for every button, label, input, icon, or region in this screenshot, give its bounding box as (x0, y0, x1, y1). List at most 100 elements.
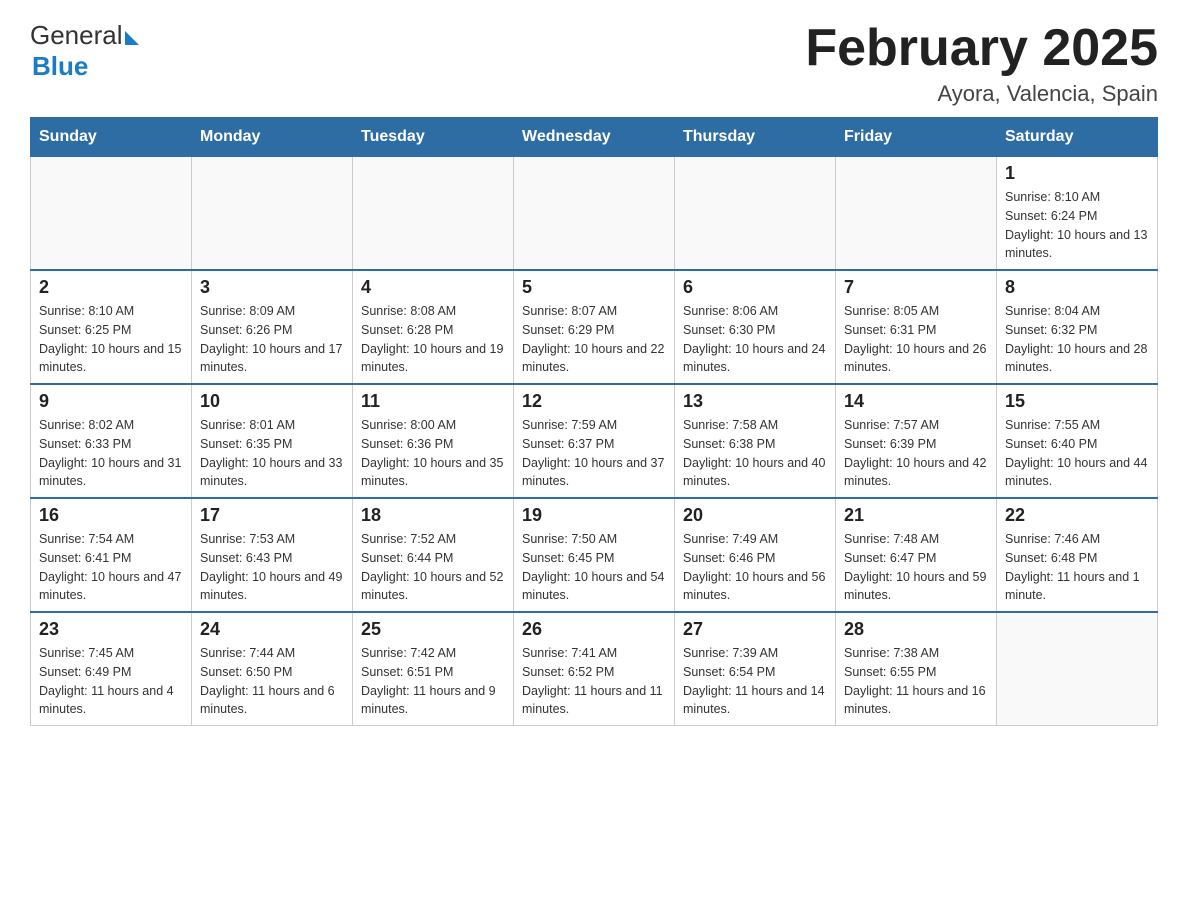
calendar-cell (31, 157, 192, 271)
calendar-cell: 1 Sunrise: 8:10 AMSunset: 6:24 PMDaylight… (997, 157, 1158, 271)
day-number: 22 (1005, 505, 1149, 526)
day-info: Sunrise: 8:00 AMSunset: 6:36 PMDaylight:… (361, 416, 505, 491)
day-of-week-header: Friday (836, 118, 997, 157)
day-number: 28 (844, 619, 988, 640)
day-number: 15 (1005, 391, 1149, 412)
day-of-week-header: Monday (192, 118, 353, 157)
day-number: 16 (39, 505, 183, 526)
day-info: Sunrise: 7:46 AMSunset: 6:48 PMDaylight:… (1005, 530, 1149, 605)
calendar-cell: 28 Sunrise: 7:38 AMSunset: 6:55 PMDayligh… (836, 612, 997, 726)
day-number: 19 (522, 505, 666, 526)
month-title: February 2025 (805, 20, 1158, 77)
day-info: Sunrise: 7:48 AMSunset: 6:47 PMDaylight:… (844, 530, 988, 605)
day-of-week-header: Tuesday (353, 118, 514, 157)
day-number: 1 (1005, 163, 1149, 184)
calendar-cell: 13Sunrise: 7:58 AMSunset: 6:38 PMDayligh… (675, 384, 836, 498)
calendar-week-row: 16 Sunrise: 7:54 AMSunset: 6:41 PMDayligh… (31, 498, 1158, 612)
calendar-table: SundayMondayTuesdayWednesdayThursdayFrid… (30, 117, 1158, 726)
calendar-week-row: 23 Sunrise: 7:45 AMSunset: 6:49 PMDayligh… (31, 612, 1158, 726)
day-number: 5 (522, 277, 666, 298)
day-info: Sunrise: 7:45 AMSunset: 6:49 PMDaylight:… (39, 644, 183, 719)
day-number: 8 (1005, 277, 1149, 298)
calendar-cell: 25 Sunrise: 7:42 AMSunset: 6:51 PMDayligh… (353, 612, 514, 726)
day-info: Sunrise: 7:49 AMSunset: 6:46 PMDaylight:… (683, 530, 827, 605)
day-info: Sunrise: 7:42 AMSunset: 6:51 PMDaylight:… (361, 644, 505, 719)
calendar-week-row: 1 Sunrise: 8:10 AMSunset: 6:24 PMDaylight… (31, 157, 1158, 271)
calendar-week-row: 9Sunrise: 8:02 AMSunset: 6:33 PMDaylight… (31, 384, 1158, 498)
day-info: Sunrise: 7:50 AMSunset: 6:45 PMDaylight:… (522, 530, 666, 605)
calendar-cell: 12 Sunrise: 7:59 AMSunset: 6:37 PMDayligh… (514, 384, 675, 498)
day-info: Sunrise: 8:10 AMSunset: 6:25 PMDaylight:… (39, 302, 183, 377)
day-number: 10 (200, 391, 344, 412)
day-info: Sunrise: 8:06 AMSunset: 6:30 PMDaylight:… (683, 302, 827, 377)
day-info: Sunrise: 7:54 AMSunset: 6:41 PMDaylight:… (39, 530, 183, 605)
day-info: Sunrise: 8:07 AMSunset: 6:29 PMDaylight:… (522, 302, 666, 377)
location-label: Ayora, Valencia, Spain (805, 81, 1158, 107)
title-section: February 2025 Ayora, Valencia, Spain (805, 20, 1158, 107)
day-number: 13 (683, 391, 827, 412)
day-info: Sunrise: 8:01 AMSunset: 6:35 PMDaylight:… (200, 416, 344, 491)
calendar-cell: 6 Sunrise: 8:06 AMSunset: 6:30 PMDaylight… (675, 270, 836, 384)
calendar-cell (997, 612, 1158, 726)
calendar-cell: 7 Sunrise: 8:05 AMSunset: 6:31 PMDaylight… (836, 270, 997, 384)
day-number: 18 (361, 505, 505, 526)
calendar-cell: 10 Sunrise: 8:01 AMSunset: 6:35 PMDayligh… (192, 384, 353, 498)
day-info: Sunrise: 7:41 AMSunset: 6:52 PMDaylight:… (522, 644, 666, 719)
day-number: 6 (683, 277, 827, 298)
calendar-cell: 14 Sunrise: 7:57 AMSunset: 6:39 PMDayligh… (836, 384, 997, 498)
calendar-cell (514, 157, 675, 271)
calendar-cell: 27 Sunrise: 7:39 AMSunset: 6:54 PMDayligh… (675, 612, 836, 726)
day-number: 25 (361, 619, 505, 640)
day-number: 24 (200, 619, 344, 640)
day-of-week-header: Sunday (31, 118, 192, 157)
day-info: Sunrise: 8:08 AMSunset: 6:28 PMDaylight:… (361, 302, 505, 377)
day-info: Sunrise: 7:39 AMSunset: 6:54 PMDaylight:… (683, 644, 827, 719)
calendar-cell: 16 Sunrise: 7:54 AMSunset: 6:41 PMDayligh… (31, 498, 192, 612)
day-of-week-header: Wednesday (514, 118, 675, 157)
calendar-cell: 2Sunrise: 8:10 AMSunset: 6:25 PMDaylight… (31, 270, 192, 384)
day-info: Sunrise: 7:57 AMSunset: 6:39 PMDaylight:… (844, 416, 988, 491)
day-number: 12 (522, 391, 666, 412)
logo-blue-text: Blue (32, 51, 88, 81)
calendar-cell (836, 157, 997, 271)
calendar-cell: 11 Sunrise: 8:00 AMSunset: 6:36 PMDayligh… (353, 384, 514, 498)
calendar-cell: 3Sunrise: 8:09 AMSunset: 6:26 PMDaylight… (192, 270, 353, 384)
day-info: Sunrise: 8:04 AMSunset: 6:32 PMDaylight:… (1005, 302, 1149, 377)
day-number: 3 (200, 277, 344, 298)
day-info: Sunrise: 8:05 AMSunset: 6:31 PMDaylight:… (844, 302, 988, 377)
logo: General Blue (30, 20, 139, 82)
calendar-cell: 22 Sunrise: 7:46 AMSunset: 6:48 PMDayligh… (997, 498, 1158, 612)
day-number: 23 (39, 619, 183, 640)
day-number: 21 (844, 505, 988, 526)
day-of-week-header: Thursday (675, 118, 836, 157)
logo-triangle-icon (125, 31, 139, 45)
day-info: Sunrise: 7:38 AMSunset: 6:55 PMDaylight:… (844, 644, 988, 719)
day-info: Sunrise: 8:10 AMSunset: 6:24 PMDaylight:… (1005, 188, 1149, 263)
day-info: Sunrise: 8:02 AMSunset: 6:33 PMDaylight:… (39, 416, 183, 491)
calendar-cell: 5 Sunrise: 8:07 AMSunset: 6:29 PMDaylight… (514, 270, 675, 384)
day-info: Sunrise: 7:59 AMSunset: 6:37 PMDaylight:… (522, 416, 666, 491)
day-info: Sunrise: 7:55 AMSunset: 6:40 PMDaylight:… (1005, 416, 1149, 491)
calendar-cell: 20 Sunrise: 7:49 AMSunset: 6:46 PMDayligh… (675, 498, 836, 612)
calendar-cell (353, 157, 514, 271)
day-number: 14 (844, 391, 988, 412)
day-number: 26 (522, 619, 666, 640)
day-number: 11 (361, 391, 505, 412)
logo-general-text: General (30, 20, 123, 51)
day-of-week-header: Saturday (997, 118, 1158, 157)
calendar-week-row: 2Sunrise: 8:10 AMSunset: 6:25 PMDaylight… (31, 270, 1158, 384)
calendar-cell: 8 Sunrise: 8:04 AMSunset: 6:32 PMDaylight… (997, 270, 1158, 384)
calendar-cell: 4Sunrise: 8:08 AMSunset: 6:28 PMDaylight… (353, 270, 514, 384)
day-number: 27 (683, 619, 827, 640)
day-info: Sunrise: 7:53 AMSunset: 6:43 PMDaylight:… (200, 530, 344, 605)
day-number: 17 (200, 505, 344, 526)
calendar-cell: 24Sunrise: 7:44 AMSunset: 6:50 PMDayligh… (192, 612, 353, 726)
page-header: General Blue February 2025 Ayora, Valenc… (30, 20, 1158, 107)
calendar-cell: 18 Sunrise: 7:52 AMSunset: 6:44 PMDayligh… (353, 498, 514, 612)
calendar-header-row: SundayMondayTuesdayWednesdayThursdayFrid… (31, 118, 1158, 157)
calendar-cell: 17 Sunrise: 7:53 AMSunset: 6:43 PMDayligh… (192, 498, 353, 612)
day-number: 20 (683, 505, 827, 526)
calendar-cell (192, 157, 353, 271)
day-info: Sunrise: 7:52 AMSunset: 6:44 PMDaylight:… (361, 530, 505, 605)
day-number: 7 (844, 277, 988, 298)
